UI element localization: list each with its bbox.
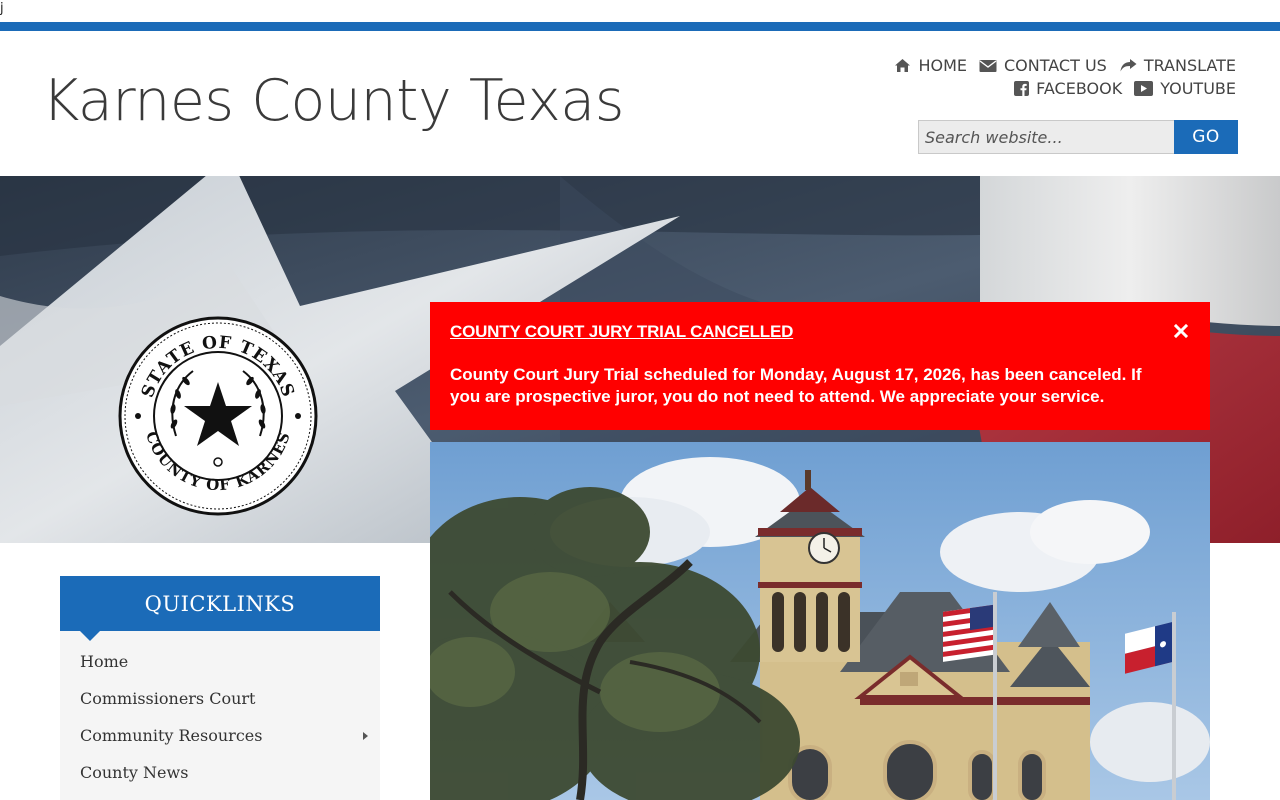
home-icon xyxy=(894,58,911,73)
nav-contact-label: CONTACT US xyxy=(1003,56,1107,75)
nav-youtube-label: YOUTUBE xyxy=(1160,79,1236,98)
utility-nav: HOME CONTACT US TRANSLATE FACEBOOK YOUTU… xyxy=(894,56,1236,98)
nav-youtube-link[interactable]: YOUTUBE xyxy=(1134,79,1236,98)
nav-home-link[interactable]: HOME xyxy=(894,56,967,75)
utility-nav-row-1: HOME CONTACT US TRANSLATE xyxy=(894,56,1236,75)
nav-facebook-label: FACEBOOK xyxy=(1036,79,1123,98)
nav-contact-link[interactable]: CONTACT US xyxy=(979,56,1107,75)
quicklink-label: Commissioners Court xyxy=(80,689,256,708)
quicklink-label: County News xyxy=(80,763,189,782)
quicklink-community-resources[interactable]: Community Resources xyxy=(60,717,380,754)
nav-translate-link[interactable]: TRANSLATE xyxy=(1119,56,1236,75)
alert-message: County Court Jury Trial scheduled for Mo… xyxy=(450,365,1142,406)
site-title[interactable]: Karnes County Texas xyxy=(42,68,624,134)
quicklinks-heading: QUICKLINKS xyxy=(144,591,296,616)
quicklinks-panel: QUICKLINKS Home Commissioners Court Comm… xyxy=(60,576,380,800)
stray-text: j xyxy=(0,1,4,16)
nav-facebook-link[interactable]: FACEBOOK xyxy=(1014,79,1122,98)
caret-right-icon[interactable] xyxy=(363,732,368,740)
search-input[interactable] xyxy=(918,120,1174,154)
envelope-icon xyxy=(979,59,997,73)
quicklinks-notch xyxy=(80,631,100,641)
alert-title-link[interactable]: COUNTY COURT JURY TRIAL CANCELLED xyxy=(450,322,793,342)
courthouse-photo xyxy=(430,442,1210,800)
site-search: GO xyxy=(918,120,1238,154)
nav-translate-label: TRANSLATE xyxy=(1143,56,1236,75)
search-go-button[interactable]: GO xyxy=(1174,120,1238,154)
utility-nav-row-2: FACEBOOK YOUTUBE xyxy=(1014,79,1236,98)
quicklink-home[interactable]: Home xyxy=(60,643,380,680)
facebook-icon xyxy=(1014,81,1030,96)
quicklinks-header: QUICKLINKS xyxy=(60,576,380,641)
nav-home-label: HOME xyxy=(918,56,967,75)
quicklink-commissioners-court[interactable]: Commissioners Court xyxy=(60,680,380,717)
youtube-icon xyxy=(1134,81,1154,96)
quicklink-label: Home xyxy=(80,652,129,671)
alert-banner: COUNTY COURT JURY TRIAL CANCELLED County… xyxy=(430,302,1210,430)
close-icon[interactable] xyxy=(1172,322,1190,340)
county-seal: STATE OF TEXAS COUNTY OF KARNES xyxy=(118,316,318,516)
quicklink-label: Community Resources xyxy=(80,726,263,745)
quicklink-county-news[interactable]: County News xyxy=(60,754,380,791)
quicklinks-list: Home Commissioners Court Community Resou… xyxy=(60,631,380,791)
top-accent-bar xyxy=(0,22,1280,31)
share-arrow-icon xyxy=(1119,58,1137,73)
